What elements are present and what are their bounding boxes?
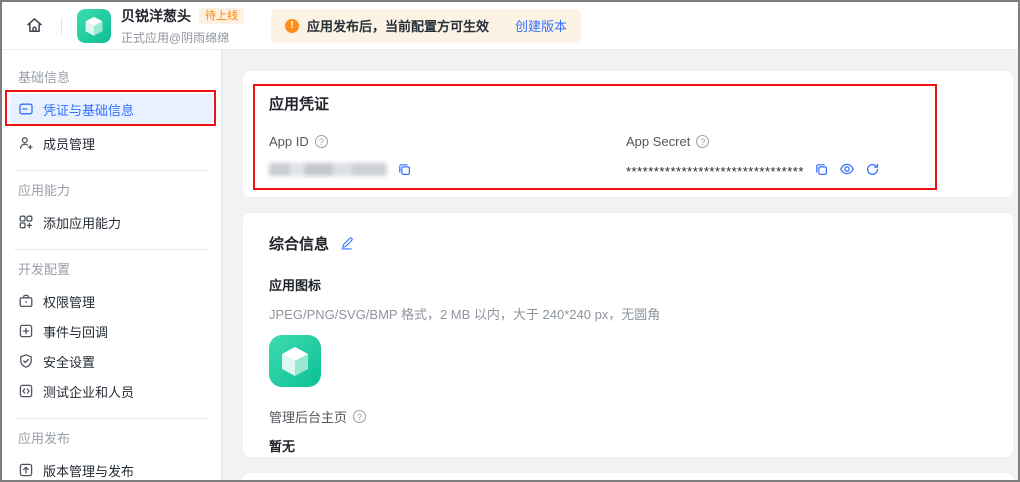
app-secret-field: App Secret ? ***************************… — [626, 134, 880, 179]
section-header-dev-config: 开发配置 — [18, 262, 71, 277]
help-icon[interactable]: ? — [696, 135, 710, 148]
security-icon — [20, 354, 32, 368]
sidebar-item-label: 安全设置 — [43, 354, 96, 370]
sidebar-item-label: 事件与回调 — [43, 324, 109, 340]
sidebar-item-label: 权限管理 — [43, 294, 96, 310]
credentials-card-title: 应用凭证 — [269, 96, 330, 113]
publish-notice-banner: ! 应用发布后，当前配置方可生效 创建版本 — [271, 8, 582, 43]
version-publish-icon — [19, 463, 33, 477]
next-card-partial — [242, 472, 1014, 480]
home-button[interactable] — [22, 14, 46, 38]
credentials-card: 应用凭证 App ID ? App Secret ? *************… — [242, 70, 1014, 198]
app-icon-hint: JPEG/PNG/SVG/BMP 格式，2 MB 以内，大于 240*240 p… — [269, 307, 661, 322]
admin-home-value: 暂无 — [269, 439, 296, 454]
help-icon[interactable]: ? — [314, 135, 328, 148]
status-badge: 待上线 — [199, 7, 244, 24]
help-icon[interactable]: ? — [353, 410, 367, 423]
permission-icon — [19, 294, 33, 308]
general-info-card: 综合信息 应用图标 JPEG/PNG/SVG/BMP 格式，2 MB 以内，大于… — [242, 212, 1014, 458]
reveal-secret-button[interactable] — [839, 161, 855, 177]
sidebar-item-test-org[interactable]: 测试企业和人员 — [10, 376, 213, 406]
section-header-basic-info: 基础信息 — [18, 70, 71, 85]
sidebar-divider — [14, 418, 209, 419]
general-info-title: 综合信息 — [269, 235, 330, 253]
create-version-link[interactable]: 创建版本 — [515, 16, 567, 35]
sidebar-item-label: 测试企业和人员 — [43, 384, 135, 400]
edit-pencil-icon — [341, 236, 353, 250]
copy-app-secret-button[interactable] — [814, 162, 829, 177]
refresh-icon — [866, 163, 878, 175]
regenerate-secret-button[interactable] — [865, 162, 880, 177]
member-add-icon — [19, 137, 33, 150]
app-window: 贝锐洋葱头 待上线 正式应用@阴雨绵绵 ! 应用发布后，当前配置方可生效 创建版… — [0, 0, 1020, 482]
sidebar-divider — [14, 170, 209, 171]
notice-text: 应用发布后，当前配置方可生效 — [307, 19, 490, 34]
app-cube-icon — [269, 335, 321, 387]
sidebar-item-version-publish[interactable]: 版本管理与发布 — [10, 455, 213, 480]
edit-info-button[interactable] — [339, 236, 354, 251]
app-id-label: App ID — [269, 134, 309, 149]
warning-icon: ! — [285, 18, 299, 33]
credential-icon — [19, 103, 33, 115]
app-secret-label: App Secret — [626, 134, 691, 149]
section-header-publish: 应用发布 — [18, 431, 71, 446]
copy-app-id-button[interactable] — [397, 162, 412, 177]
copy-icon — [816, 163, 827, 175]
copy-icon — [399, 163, 410, 175]
sidebar-item-add-capability[interactable]: 添加应用能力 — [10, 207, 213, 237]
app-cube-icon — [77, 8, 111, 43]
sidebar-item-permissions[interactable]: 权限管理 — [10, 286, 213, 316]
app-identity: 贝锐洋葱头 待上线 正式应用@阴雨绵绵 — [121, 6, 244, 46]
sidebar-item-events[interactable]: 事件与回调 — [10, 316, 213, 346]
app-id-value-redacted — [269, 162, 387, 176]
app-avatar — [77, 8, 111, 43]
sidebar-divider — [14, 249, 209, 250]
admin-home-field: 管理后台主页 ? — [269, 407, 987, 426]
sidebar-item-label: 版本管理与发布 — [43, 463, 135, 479]
sidebar-item-security[interactable]: 安全设置 — [10, 346, 213, 376]
app-id-field: App ID ? — [269, 134, 412, 177]
app-icon-preview — [269, 335, 321, 387]
top-bar: 贝锐洋葱头 待上线 正式应用@阴雨绵绵 ! 应用发布后，当前配置方可生效 创建版… — [2, 2, 1018, 50]
main-content: 应用凭证 App ID ? App Secret ? *************… — [222, 50, 1018, 480]
home-icon — [26, 18, 42, 32]
app-icon-label: 应用图标 — [269, 278, 322, 293]
sidebar-item-label: 成员管理 — [43, 136, 96, 152]
test-org-icon — [19, 384, 33, 398]
topbar-divider — [61, 17, 62, 34]
sidebar-item-label: 添加应用能力 — [43, 215, 122, 231]
sidebar-item-members[interactable]: 成员管理 — [10, 128, 213, 158]
event-callback-icon — [19, 324, 33, 338]
eye-icon — [840, 163, 854, 175]
sidebar-item-label: 凭证与基础信息 — [43, 102, 135, 118]
app-subtitle: 正式应用@阴雨绵绵 — [121, 30, 230, 45]
app-secret-masked-value: ******************************** — [626, 164, 804, 179]
sidebar: 基础信息 凭证与基础信息 成员管理 应用能力 添加应用能力 开发配置 权限管理 … — [2, 50, 222, 480]
admin-home-label: 管理后台主页 — [269, 410, 348, 425]
section-header-capabilities: 应用能力 — [18, 183, 71, 198]
app-name: 贝锐洋葱头 — [121, 7, 191, 24]
add-capability-icon — [19, 215, 33, 229]
sidebar-item-credentials[interactable]: 凭证与基础信息 — [5, 90, 216, 126]
